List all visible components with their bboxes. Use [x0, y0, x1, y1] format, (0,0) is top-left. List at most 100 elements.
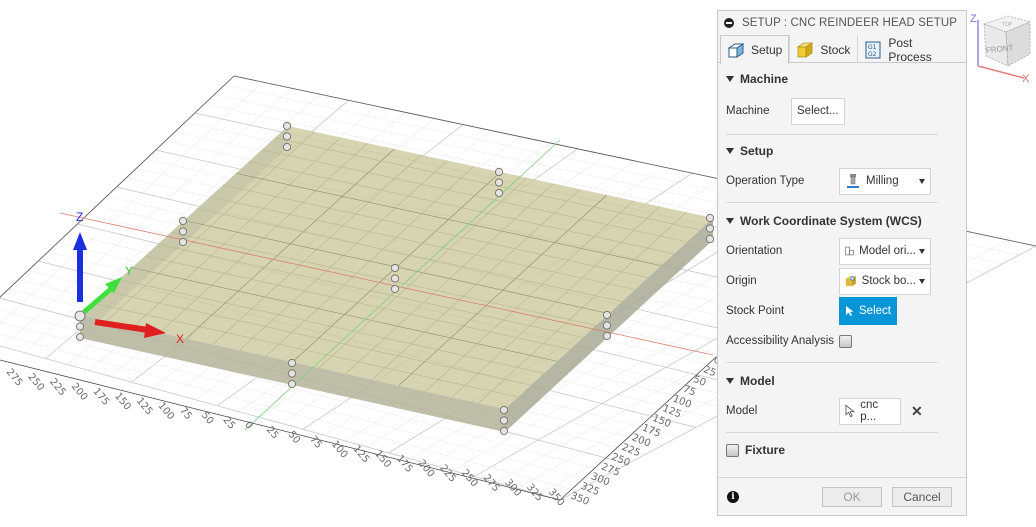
origin-label: Origin	[726, 275, 757, 287]
ruler-tick-label: 150	[112, 391, 133, 413]
section-divider	[726, 362, 938, 363]
ruler-tick-label: 200	[416, 458, 437, 480]
fixture-section-header: Fixture	[726, 435, 952, 465]
section-divider	[726, 432, 938, 433]
resize-handle	[494, 178, 504, 187]
ruler-tick-label: 200	[69, 381, 90, 403]
orientation-dropdown[interactable]: Model ori...	[839, 237, 931, 265]
ruler-tick-label: 100	[155, 400, 176, 422]
fixture-checkbox[interactable]	[726, 443, 739, 457]
tab-setup[interactable]: Setup	[720, 35, 790, 64]
operation-type-value: Milling	[866, 175, 899, 187]
resize-handle	[499, 426, 509, 436]
z-axis-arrowhead	[73, 232, 87, 250]
stock-point-select-button[interactable]: Select	[839, 297, 897, 325]
wcs-section: Work Coordinate System (WCS) Orientation…	[718, 206, 966, 363]
resize-handle	[75, 332, 85, 342]
ok-button[interactable]: OK	[822, 486, 882, 507]
resize-handle	[602, 331, 612, 341]
chevron-down-icon	[919, 248, 925, 254]
origin-value: Stock bo...	[861, 275, 916, 287]
stock-point-label: Stock Point	[726, 305, 785, 317]
section-divider	[726, 202, 938, 203]
ruler-tick-label: 350	[546, 487, 567, 509]
resize-handle	[178, 237, 188, 247]
orientation-icon	[845, 246, 854, 256]
resize-handle	[499, 416, 509, 425]
view-cube[interactable]: Z X FRONT TOP	[966, 8, 1036, 86]
origin-dropdown[interactable]: Stock bo...	[839, 267, 931, 295]
cancel-button[interactable]: Cancel	[892, 486, 952, 507]
info-icon[interactable]: i	[727, 490, 739, 503]
machine-section-header[interactable]: Machine	[726, 64, 952, 94]
ruler-tick-label: 250	[459, 468, 480, 490]
viewcube-x-axis	[977, 65, 1025, 79]
resize-handle	[178, 227, 188, 236]
resize-handle	[705, 213, 715, 223]
triad-x-label: X	[176, 332, 184, 346]
ruler-tick-label: 0	[242, 420, 255, 432]
expand-triangle-icon	[726, 148, 734, 154]
resize-handle	[287, 379, 297, 389]
origin-handle[interactable]	[74, 310, 86, 322]
machine-select-button[interactable]: Select...	[791, 97, 845, 125]
resize-handle	[705, 234, 715, 244]
resize-handle	[602, 321, 612, 330]
operation-type-dropdown[interactable]: Milling	[839, 167, 931, 195]
resize-handle	[390, 274, 400, 283]
accessibility-analysis-checkbox[interactable]	[839, 334, 852, 348]
resize-handle	[705, 224, 715, 233]
cursor-arrow-icon	[846, 306, 854, 316]
fixture-section: Fixture	[718, 435, 966, 465]
viewcube-z-label: Z	[970, 13, 977, 25]
chevron-down-icon	[919, 278, 925, 284]
triad-y-label: Y	[125, 264, 133, 278]
ruler-tick-label: 50	[199, 410, 216, 427]
resize-handle	[75, 322, 85, 331]
ruler-tick-label: 175	[394, 453, 415, 475]
svg-text:G2: G2	[868, 51, 877, 58]
expand-triangle-icon	[726, 378, 734, 384]
machine-heading: Machine	[740, 72, 789, 86]
dialog-title: SETUP : CNC REINDEER HEAD SETUP	[742, 17, 958, 29]
orientation-label: Orientation	[726, 245, 783, 257]
clear-model-icon[interactable]: ✕	[911, 403, 923, 420]
dialog-footer: i OK Cancel	[718, 477, 966, 515]
triad-z-label: Z	[76, 210, 83, 224]
setup-section: Setup Operation Type Milling	[718, 136, 966, 203]
ruler-tick-label: 275	[481, 472, 502, 494]
ruler-tick-label: 300	[502, 477, 523, 499]
wcs-section-header[interactable]: Work Coordinate System (WCS)	[726, 206, 952, 236]
viewcube-x-label: X	[1022, 73, 1030, 85]
chevron-down-icon	[919, 178, 925, 184]
tab-setup-label: Setup	[751, 43, 783, 57]
tab-bar: Setup Stock G1 G2 Post Process	[718, 35, 966, 64]
ruler-tick-label: 75	[307, 434, 324, 451]
setup-section-header[interactable]: Setup	[726, 136, 952, 166]
stock-box-point-icon	[845, 276, 856, 286]
resize-handle	[602, 310, 612, 320]
resize-handle	[390, 284, 400, 294]
fixture-label: Fixture	[745, 443, 786, 457]
resize-handle	[282, 132, 292, 141]
resize-handle	[494, 188, 504, 198]
resize-handle	[178, 216, 188, 226]
model-select-button[interactable]: cnc p...	[839, 397, 901, 425]
model-section-header[interactable]: Model	[726, 366, 952, 396]
tab-post-process[interactable]: G1 G2 Post Process	[857, 35, 966, 64]
collapse-icon[interactable]	[724, 18, 734, 28]
viewcube-top-label: TOP	[1002, 22, 1013, 28]
section-divider	[726, 134, 938, 135]
stock-cube-icon	[795, 40, 815, 60]
ruler-tick-label: 100	[329, 439, 350, 461]
ruler-tick-label: 25	[221, 415, 238, 432]
setup-box-icon	[726, 40, 746, 60]
tab-stock[interactable]: Stock	[789, 35, 857, 63]
resize-handle	[499, 405, 509, 415]
model-heading: Model	[740, 374, 775, 388]
orientation-value: Model ori...	[859, 245, 916, 257]
expand-triangle-icon	[726, 218, 734, 224]
dialog-title-bar[interactable]: SETUP : CNC REINDEER HEAD SETUP	[718, 11, 966, 35]
g1-g2-icon: G1 G2	[863, 40, 883, 60]
model-value: cnc p...	[860, 399, 879, 423]
